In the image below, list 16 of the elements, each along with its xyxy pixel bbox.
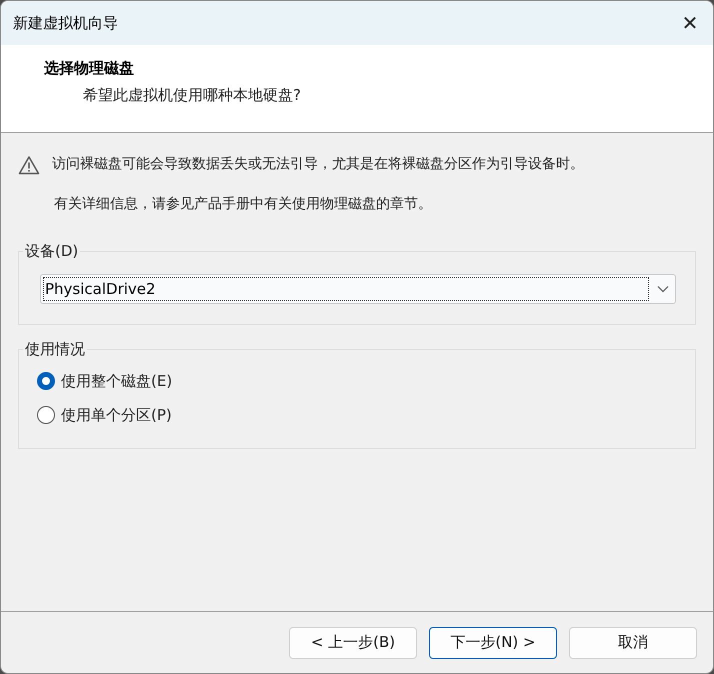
wizard-button[interactable]: 取消 [569,626,697,658]
chevron-down-icon [657,285,669,293]
page-subtitle: 希望此虚拟机使用哪种本地硬盘? [83,86,302,105]
group-label: 使用情况 [23,340,87,359]
close-button[interactable]: ✕ [667,1,713,45]
warning-text: 访问裸磁盘可能会导致数据丢失或无法引导，尤其是在将裸磁盘分区作为引导设备时。 [52,155,584,174]
window-title: 新建虚拟机向导 [13,14,118,32]
radio-option[interactable]: 使用单个分区(P) [37,398,677,432]
radio-option[interactable]: 使用整个磁盘(E) [37,364,677,398]
group-label: 设备(D) [23,242,80,261]
page-title: 选择物理磁盘 [44,59,135,78]
wizard-button[interactable]: < 上一步(B) [289,626,417,658]
info-text: 有关详细信息，请参见产品手册中有关使用物理磁盘的章节。 [54,195,433,213]
wizard-button[interactable]: 下一步(N) > [429,626,557,658]
device-dropdown[interactable]: PhysicalDrive2 [40,274,676,304]
warning-icon [18,155,40,175]
